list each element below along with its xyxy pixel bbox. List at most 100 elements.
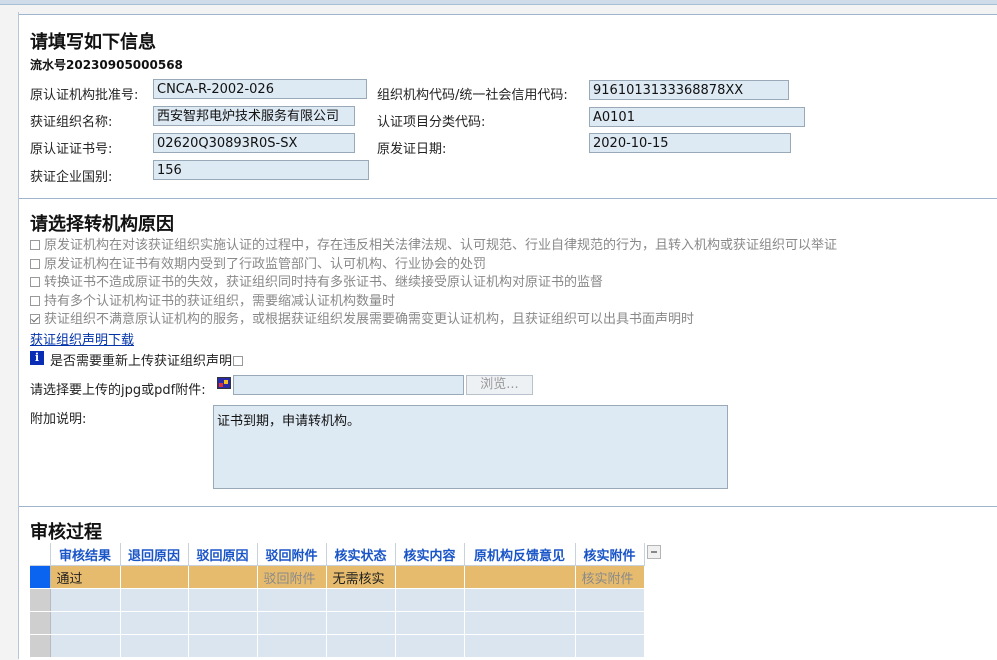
review-section-title: 审核过程 — [30, 522, 102, 543]
col-header-result[interactable]: 审核结果 — [50, 543, 121, 566]
note-textarea[interactable]: 证书到期，申请转机构。 — [213, 405, 728, 489]
org-code-field[interactable]: 9161013133368878XX — [589, 80, 789, 100]
declaration-download-link[interactable]: 获证组织声明下载 — [30, 329, 134, 348]
cell-reject-reason — [188, 565, 258, 589]
country-field[interactable]: 156 — [153, 160, 369, 180]
col-header-verify-content[interactable]: 核实内容 — [395, 543, 465, 566]
reupload-label: 是否需要重新上传获证组织声明 — [50, 354, 233, 369]
reupload-option[interactable]: 是否需要重新上传获证组织声明 — [50, 350, 244, 369]
orig-approval-label: 原认证机构批准号: — [30, 88, 139, 103]
col-header-reject-reason[interactable]: 驳回原因 — [188, 543, 258, 566]
table-row[interactable] — [30, 634, 645, 658]
table-cell — [326, 611, 396, 635]
reason-option-4-text: 持有多个认证机构证书的获证组织，需要缩减认证机构数量时 — [44, 294, 396, 309]
reason-option-2-text: 原发证机构在证书有效期内受到了行政监管部门、认可机构、行业协会的处罚 — [44, 257, 487, 272]
orig-approval-field[interactable]: CNCA-R-2002-026 — [153, 79, 367, 99]
reason-option-5-text: 获证组织不满意原认证机构的服务，或根据获证组织发展需要确需变更认证机构，且获证组… — [44, 312, 695, 327]
table-row[interactable]: 通过 驳回附件 无需核实 核实附件 — [30, 565, 645, 589]
issue-date-label: 原发证日期: — [377, 142, 447, 157]
info-section: 请填写如下信息 流水号20230905000568 原认证机构批准号: CNCA… — [19, 14, 997, 198]
review-table: 审核结果 退回原因 驳回原因 驳回附件 核实状态 核实内容 原机构反馈意见 核实… — [30, 543, 645, 658]
table-cell — [120, 634, 189, 658]
table-cell — [395, 588, 465, 612]
table-cell — [575, 588, 645, 612]
table-cell — [464, 588, 576, 612]
col-header-verify-status[interactable]: 核实状态 — [326, 543, 396, 566]
table-cell — [575, 611, 645, 635]
table-cell — [326, 634, 396, 658]
row-selector[interactable] — [30, 565, 51, 589]
reason-checkbox-3[interactable] — [30, 277, 40, 287]
reason-option-3-text: 转换证书不造成原证书的失效，获证组织同时持有多张证书、继续接受原认证机构对原证书… — [44, 275, 604, 290]
cell-verify-status: 无需核实 — [326, 565, 396, 589]
serial-number: 流水号20230905000568 — [30, 58, 183, 72]
org-name-field[interactable]: 西安智邦电炉技术服务有限公司 — [153, 106, 355, 126]
category-field[interactable]: A0101 — [589, 107, 805, 127]
table-cell — [188, 588, 258, 612]
table-cell — [326, 588, 396, 612]
reason-section-title: 请选择转机构原因 — [30, 214, 174, 235]
reason-section: 请选择转机构原因 原发证机构在对该获证组织实施认证的过程中，存在违反相关法律法规… — [19, 198, 997, 506]
table-row[interactable] — [30, 588, 645, 612]
col-header-verify-attachment[interactable]: 核实附件 — [575, 543, 645, 566]
table-cell — [257, 634, 327, 658]
row-selector[interactable] — [30, 588, 51, 612]
reason-option-2[interactable]: 原发证机构在证书有效期内受到了行政监管部门、认可机构、行业协会的处罚 — [30, 253, 486, 272]
reason-checkbox-5[interactable] — [30, 314, 40, 324]
table-cell — [395, 634, 465, 658]
reupload-checkbox[interactable] — [233, 356, 244, 366]
reason-checkbox-4[interactable] — [30, 296, 40, 306]
reason-checkbox-2[interactable] — [30, 259, 40, 269]
table-row[interactable] — [30, 611, 645, 635]
note-label: 附加说明: — [30, 412, 87, 427]
reason-option-5[interactable]: 获证组织不满意原认证机构的服务，或根据获证组织发展需要确需变更认证机构，且获证组… — [30, 308, 694, 327]
org-code-label: 组织机构代码/统一社会信用代码: — [377, 88, 568, 103]
image-file-icon — [217, 377, 231, 389]
country-label: 获证企业国别: — [30, 170, 113, 185]
col-header-reject-attachment[interactable]: 驳回附件 — [257, 543, 327, 566]
reason-checkbox-1[interactable] — [30, 240, 40, 250]
table-cell — [188, 611, 258, 635]
table-cell — [188, 634, 258, 658]
cell-orig-feedback — [464, 565, 576, 589]
cell-result: 通过 — [50, 565, 121, 589]
issue-date-field[interactable]: 2020-10-15 — [589, 133, 791, 153]
category-label: 认证项目分类代码: — [377, 115, 486, 130]
table-cell — [50, 611, 121, 635]
row-selector[interactable] — [30, 634, 51, 658]
table-cell — [50, 588, 121, 612]
browse-button[interactable]: 浏览... — [466, 375, 533, 395]
table-cell — [50, 634, 121, 658]
upload-label: 请选择要上传的jpg或pdf附件: — [30, 383, 206, 398]
table-cell — [575, 634, 645, 658]
org-name-label: 获证组织名称: — [30, 115, 113, 130]
review-section: 审核过程 审核结果 退回原因 驳回原因 驳回附件 核实状态 核实内容 原机构反馈… — [19, 506, 997, 660]
table-cell — [257, 588, 327, 612]
cert-no-field[interactable]: 02620Q30893R0S-SX — [153, 133, 355, 153]
cell-return-reason — [120, 565, 189, 589]
col-header-orig-feedback[interactable]: 原机构反馈意见 — [464, 543, 576, 566]
top-border — [0, 0, 997, 5]
cell-verify-attachment[interactable]: 核实附件 — [575, 565, 645, 589]
row-selector[interactable] — [30, 611, 51, 635]
reason-option-1-text: 原发证机构在对该获证组织实施认证的过程中，存在违反相关法律法规、认可规范、行业自… — [44, 238, 838, 253]
reason-option-1[interactable]: 原发证机构在对该获证组织实施认证的过程中，存在违反相关法律法规、认可规范、行业自… — [30, 234, 837, 253]
cell-reject-attachment[interactable]: 驳回附件 — [257, 565, 327, 589]
info-section-title: 请填写如下信息 — [30, 32, 156, 53]
table-cell — [120, 611, 189, 635]
reason-option-3[interactable]: 转换证书不造成原证书的失效，获证组织同时持有多张证书、继续接受原认证机构对原证书… — [30, 271, 603, 290]
file-path-input[interactable] — [233, 375, 464, 395]
review-table-header: 审核结果 退回原因 驳回原因 驳回附件 核实状态 核实内容 原机构反馈意见 核实… — [30, 543, 645, 566]
cell-verify-content — [395, 565, 465, 589]
table-cell — [395, 611, 465, 635]
table-cell — [257, 611, 327, 635]
cert-no-label: 原认证证书号: — [30, 142, 113, 157]
info-icon: i — [30, 351, 44, 365]
col-header-return-reason[interactable]: 退回原因 — [120, 543, 189, 566]
collapse-scroll-button[interactable] — [647, 545, 661, 559]
table-cell — [464, 634, 576, 658]
corner-cell — [30, 543, 51, 566]
reason-option-4[interactable]: 持有多个认证机构证书的获证组织，需要缩减认证机构数量时 — [30, 290, 395, 309]
table-cell — [464, 611, 576, 635]
table-cell — [120, 588, 189, 612]
